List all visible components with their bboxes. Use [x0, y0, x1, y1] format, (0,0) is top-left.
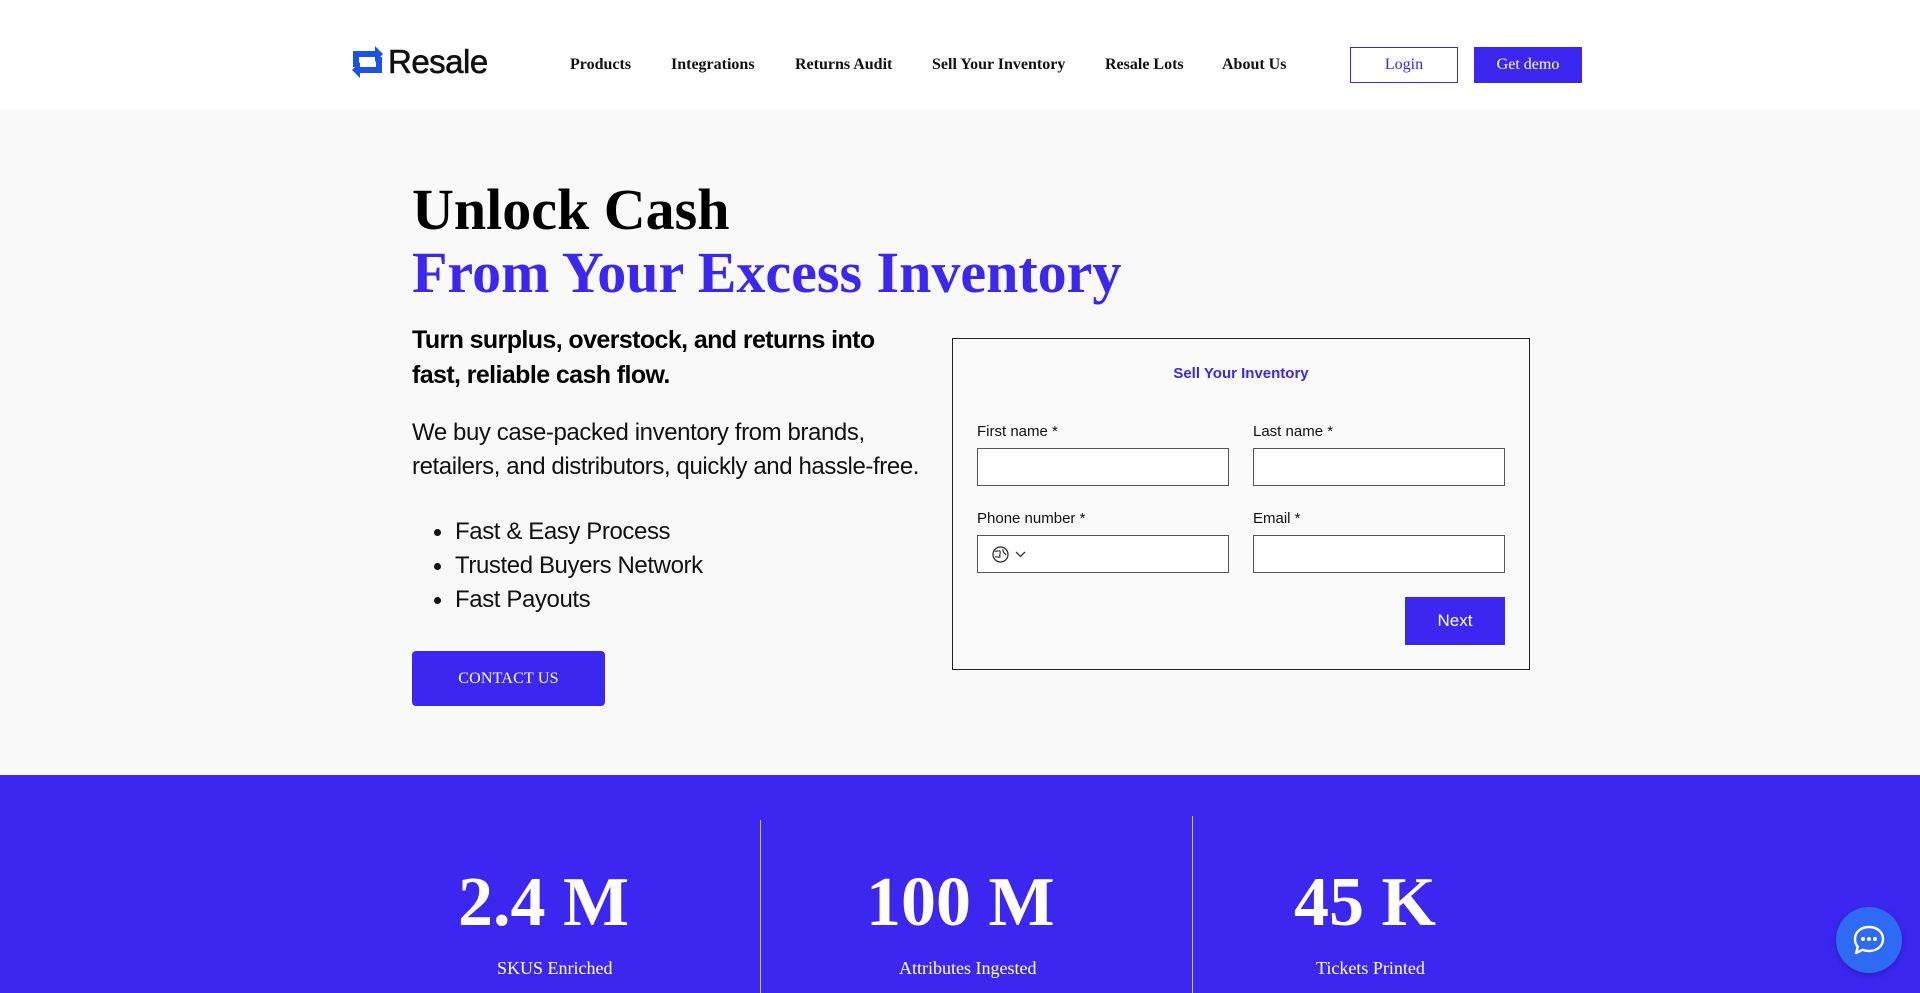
- stats-section: 2.4 M SKUS Enriched 100 M Attributes Ing…: [0, 775, 1920, 993]
- logo-text: Resale: [388, 43, 489, 81]
- phone-field[interactable]: [977, 535, 1229, 573]
- last-name-label: Last name *: [1253, 423, 1334, 440]
- nav-integrations[interactable]: Integrations: [671, 56, 755, 74]
- nav-products[interactable]: Products: [570, 56, 631, 74]
- hero-description: We buy case-packed inventory from brands…: [412, 419, 920, 480]
- chevron-down-icon: [1015, 551, 1026, 558]
- next-button[interactable]: Next: [1405, 597, 1505, 645]
- nav-sell-your-inventory[interactable]: Sell Your Inventory: [932, 56, 1065, 74]
- first-name-label: First name *: [977, 423, 1058, 440]
- login-button[interactable]: Login: [1350, 47, 1458, 83]
- stat-label-tickets: Tickets Printed: [1316, 958, 1425, 978]
- email-field[interactable]: [1253, 535, 1505, 573]
- sell-inventory-form: Sell Your Inventory First name * Last na…: [952, 338, 1530, 670]
- benefits-list: Fast & Easy Process Trusted Buyers Netwo…: [412, 515, 703, 617]
- benefit-item: Fast & Easy Process: [412, 515, 703, 549]
- form-title: Sell Your Inventory: [1173, 365, 1309, 382]
- hero-title-line2: From Your Excess Inventory: [412, 240, 1122, 305]
- resale-logo-icon: [352, 46, 383, 78]
- phone-label: Phone number *: [977, 510, 1086, 527]
- site-header: Resale Products Integrations Returns Aud…: [0, 0, 1920, 110]
- contact-us-button[interactable]: CONTACT US: [412, 651, 605, 706]
- benefit-item: Trusted Buyers Network: [412, 549, 703, 583]
- stat-value-attributes: 100 M: [866, 864, 1055, 941]
- last-name-field[interactable]: [1253, 448, 1505, 486]
- globe-icon: [992, 546, 1009, 563]
- stat-value-tickets: 45 K: [1294, 864, 1436, 941]
- email-label: Email *: [1253, 510, 1301, 527]
- chat-bubble-icon: [1853, 925, 1885, 955]
- benefit-item: Fast Payouts: [412, 583, 703, 617]
- chat-button[interactable]: [1836, 907, 1902, 973]
- get-demo-button[interactable]: Get demo: [1474, 47, 1582, 83]
- nav-returns-audit[interactable]: Returns Audit: [795, 56, 892, 74]
- hero-subtitle: Turn surplus, overstock, and returns int…: [412, 326, 875, 389]
- logo[interactable]: Resale: [349, 43, 489, 81]
- stat-divider: [760, 820, 761, 993]
- stat-label-skus: SKUS Enriched: [497, 958, 613, 978]
- nav-about-us[interactable]: About Us: [1222, 56, 1286, 74]
- country-code-selector[interactable]: [992, 546, 1026, 563]
- stat-value-skus: 2.4 M: [458, 864, 630, 941]
- first-name-field[interactable]: [977, 448, 1229, 486]
- nav-resale-lots[interactable]: Resale Lots: [1105, 56, 1184, 74]
- stat-label-attributes: Attributes Ingested: [899, 958, 1037, 978]
- hero-title-line1: Unlock Cash: [412, 177, 730, 242]
- stat-divider: [1192, 816, 1193, 993]
